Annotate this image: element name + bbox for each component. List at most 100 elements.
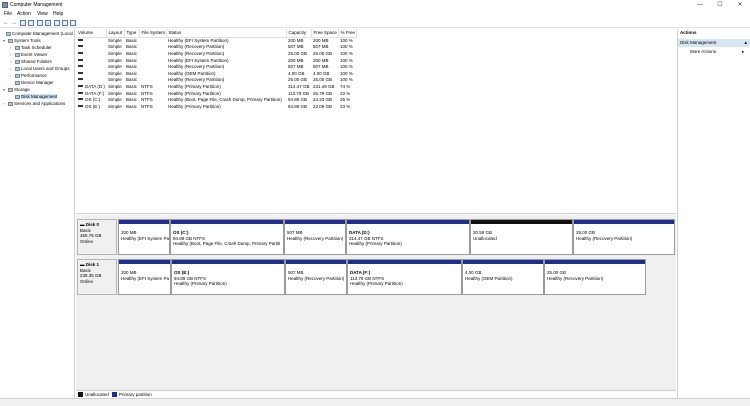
show-hide-tree-icon[interactable]: [28, 20, 34, 26]
tree-item-task-scheduler[interactable]: › Task Scheduler: [10, 44, 52, 51]
help-icon[interactable]: ?: [45, 20, 51, 26]
computer-icon: [6, 31, 11, 36]
tree-item-shared-folders[interactable]: › Shared Folders: [10, 58, 52, 65]
volume-table: Volume Layout Type File System Status Ca…: [76, 29, 357, 110]
disk-1-header[interactable]: ▬ Disk 1 Basic 238.35 GB Online: [77, 259, 117, 295]
volume-icon: [78, 71, 83, 74]
partition-block[interactable]: 25.00 GB Healthy (Recovery Partition): [544, 259, 646, 295]
tree-item-local-users-and-groups[interactable]: › Local Users and Groups: [10, 65, 70, 72]
unallocated-swatch: [78, 392, 83, 397]
table-cell: Basic: [126, 50, 138, 56]
storage-icon: [8, 87, 13, 92]
column-header-percent-free[interactable]: % Free: [338, 29, 357, 38]
unallocated-block[interactable]: 30.59 GB Unallocated: [470, 219, 573, 255]
forward-arrow-icon[interactable]: →: [11, 20, 17, 26]
menu-file[interactable]: File: [4, 11, 12, 17]
tree-item-computer-management[interactable]: Computer Management (Local: [1, 30, 73, 37]
partition-block[interactable]: OS (E:) 94.89 GB NTFS Healthy (Primary Par…: [171, 259, 285, 295]
table-row[interactable]: Simple Basic Healthy (Recovery Partition) 5…: [76, 63, 356, 70]
table-row[interactable]: DATA (D:) Simple Basic NTFS Healthy (Primary…: [76, 83, 356, 90]
column-header-volume[interactable]: Volume: [76, 29, 107, 38]
tree-item-label: Shared Folders: [21, 59, 52, 64]
table-row[interactable]: Simple Basic Healthy (Recovery Partition) 2…: [76, 77, 356, 84]
tree-item-storage[interactable]: ▾ Storage: [3, 86, 30, 93]
view-icon[interactable]: [70, 20, 76, 26]
column-header-free-space[interactable]: Free Space: [311, 29, 339, 38]
tree-item-label: Local Users and Groups: [21, 66, 70, 71]
table-cell: 23 %: [340, 90, 351, 96]
export-icon[interactable]: [62, 20, 68, 26]
up-level-icon[interactable]: [20, 20, 26, 26]
title-bar: Computer Management — ☐ ✕: [0, 0, 750, 10]
table-row[interactable]: Simple Basic Healthy (Recovery Partition) 5…: [76, 44, 356, 51]
partition-block[interactable]: DATA (F:) 113.79 GB NTFS Healthy (Primary …: [347, 259, 462, 295]
actions-section-disk-management[interactable]: Disk Management ▲: [678, 39, 750, 47]
volume-name: OS (C:): [85, 97, 101, 103]
table-cell: Healthy (Recovery Partition): [168, 50, 225, 56]
tree-item-system-tools[interactable]: ▾ System Tools: [3, 37, 41, 44]
table-cell: 200 MB: [313, 57, 329, 63]
table-row[interactable]: DATA (F:) Simple Basic NTFS Healthy (Primary…: [76, 90, 356, 97]
tree-item-disk-management[interactable]: Disk Management: [10, 93, 58, 100]
device-icon: [15, 80, 20, 85]
table-cell: Simple: [108, 77, 122, 83]
primary-partition-bar: [348, 260, 461, 264]
column-header-type[interactable]: Type: [124, 29, 140, 38]
partition-block[interactable]: 4.00 GB Healthy (OEM Partition): [462, 259, 544, 295]
menu-view[interactable]: View: [37, 11, 48, 17]
volume-cell: [76, 77, 106, 84]
maximize-button[interactable]: ☐: [710, 0, 730, 10]
partition-block[interactable]: OS (C:) 94.89 GB NTFS Healthy (Boot, Page …: [170, 219, 284, 255]
volume-icon: [78, 39, 83, 42]
table-cell: 94.89 GB: [288, 103, 308, 109]
column-header-status[interactable]: Status: [166, 29, 287, 38]
partition-block[interactable]: DATA (D:) 314.47 GB NTFS Healthy (Primary …: [346, 219, 470, 255]
legend-primary-partition: Primary partition: [119, 392, 152, 397]
table-cell: [139, 63, 166, 70]
table-row[interactable]: OS (C:) Simple Basic NTFS Healthy (Boot, Pag…: [76, 96, 356, 103]
tree-item-event-viewer[interactable]: › Event Viewer: [10, 51, 47, 58]
table-row[interactable]: Simple Basic Healthy (Recovery Partition) 2…: [76, 50, 356, 57]
table-cell: 113.79 GB: [288, 90, 310, 96]
table-cell: Simple: [108, 50, 122, 56]
table-row[interactable]: Simple Basic Healthy (EFI System Partition…: [76, 57, 356, 64]
table-cell: Healthy (Recovery Partition): [168, 77, 225, 83]
column-header-file-system[interactable]: File System: [139, 29, 167, 38]
primary-partition-bar: [545, 260, 645, 264]
properties-icon[interactable]: [37, 20, 43, 26]
table-row[interactable]: Simple Basic Healthy (EFI System Partition…: [76, 37, 356, 44]
toolbar: ← → ?: [0, 18, 750, 28]
navigation-tree: Computer Management (Local ▾ System Tools…: [0, 29, 75, 398]
table-row[interactable]: OS (E:) Simple Basic NTFS Healthy (Primary P…: [76, 103, 356, 110]
partition-block[interactable]: 507 MB Healthy (Recovery Partition): [285, 259, 347, 295]
menu-help[interactable]: Help: [53, 11, 63, 17]
table-row[interactable]: Simple Basic Healthy (OEM Partition) 4.00 G…: [76, 70, 356, 77]
column-header-capacity[interactable]: Capacity: [286, 29, 312, 38]
partition-block[interactable]: 507 MB Healthy (Recovery Partition): [284, 219, 346, 255]
partition-block[interactable]: 25.00 GB Healthy (Recovery Partition): [573, 219, 675, 255]
tree-item-services-and-applications[interactable]: › Services and Applications: [3, 100, 65, 107]
table-cell: Basic: [126, 57, 138, 63]
close-button[interactable]: ✕: [730, 0, 750, 10]
tree-item-device-manager[interactable]: Device Manager: [10, 79, 54, 86]
rescan-icon[interactable]: [54, 20, 60, 26]
partition-block[interactable]: 200 MB Healthy (EFI System Pa: [118, 259, 171, 295]
tree-item-performance[interactable]: › Performance: [10, 72, 47, 79]
table-cell: 74 %: [340, 83, 351, 89]
column-header-layout[interactable]: Layout: [106, 29, 125, 38]
minimize-button[interactable]: —: [690, 0, 710, 10]
primary-partition-bar: [285, 220, 345, 224]
table-cell: Healthy (Primary Partition): [168, 83, 221, 89]
menu-action[interactable]: Action: [17, 11, 31, 17]
more-actions-item[interactable]: More Actions ▸: [690, 49, 744, 54]
partition-status: Healthy (Recovery Partition): [288, 275, 345, 281]
partition-status: Healthy (Primary Partition): [350, 281, 403, 286]
volume-icon: [78, 84, 83, 87]
back-arrow-icon[interactable]: ←: [3, 20, 9, 26]
disk-legend: Unallocated Primary partition: [76, 390, 676, 398]
disk-0-row: ▬ Disk 0 Basic 465.76 GB Online 200 MB He…: [77, 219, 675, 255]
partition-block[interactable]: 200 MB Healthy (EFI System Pa: [118, 219, 170, 255]
table-cell: 23 %: [340, 103, 351, 109]
volume-icon: [78, 78, 83, 81]
disk-0-header[interactable]: ▬ Disk 0 Basic 465.76 GB Online: [77, 219, 117, 255]
